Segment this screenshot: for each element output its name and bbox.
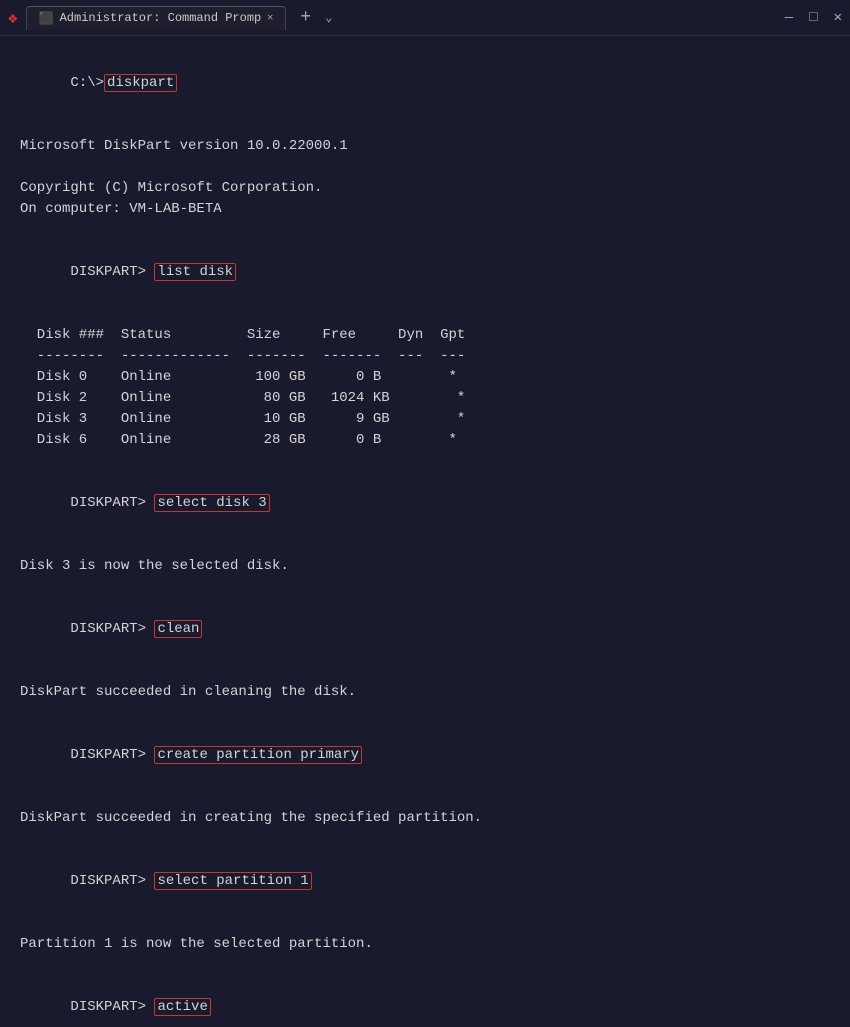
table-disk3: Disk 3 Online 10 GB 9 GB * — [20, 409, 830, 430]
active-tab[interactable]: ⬛ Administrator: Command Promp ✕ — [26, 6, 287, 30]
minimize-button[interactable]: — — [785, 10, 793, 26]
title-bar-left: ❖ ⬛ Administrator: Command Promp ✕ + ⌄ — [8, 6, 785, 30]
table-header: Disk ### Status Size Free Dyn Gpt — [20, 325, 830, 346]
line-blank-6 — [20, 535, 830, 556]
line-blank-2 — [20, 157, 830, 178]
line-diskselected: Disk 3 is now the selected disk. — [20, 556, 830, 577]
cmd-diskpart: diskpart — [104, 74, 177, 92]
tab-terminal-icon: ⬛ — [39, 11, 54, 26]
prompt-6: DISKPART> — [70, 873, 154, 889]
cmd-listdisk: list disk — [154, 263, 236, 281]
prompt-1: C:\> — [70, 75, 104, 91]
close-button[interactable]: ✕ — [834, 9, 842, 26]
line-cleaned: DiskPart succeeded in cleaning the disk. — [20, 682, 830, 703]
tab-close-icon[interactable]: ✕ — [267, 12, 273, 24]
line-blank-11 — [20, 829, 830, 850]
line-blank-8 — [20, 661, 830, 682]
tab-chevron-icon[interactable]: ⌄ — [325, 10, 332, 25]
prompt-4: DISKPART> — [70, 621, 154, 637]
line-blank-7 — [20, 577, 830, 598]
prompt-5: DISKPART> — [70, 747, 154, 763]
cmd-createpart: create partition primary — [154, 746, 362, 764]
prompt-3: DISKPART> — [70, 495, 154, 511]
line-blank-3 — [20, 220, 830, 241]
title-bar: ❖ ⬛ Administrator: Command Promp ✕ + ⌄ —… — [0, 0, 850, 36]
line-blank-5 — [20, 451, 830, 472]
line-cmd-createpart: DISKPART> create partition primary — [20, 724, 830, 787]
new-tab-button[interactable]: + — [294, 8, 317, 28]
app-logo-icon: ❖ — [8, 8, 18, 28]
terminal-body[interactable]: C:\>diskpart Microsoft DiskPart version … — [0, 36, 850, 1027]
cmd-clean: clean — [154, 620, 202, 638]
line-partselected: Partition 1 is now the selected partitio… — [20, 934, 830, 955]
table-disk2: Disk 2 Online 80 GB 1024 KB * — [20, 388, 830, 409]
cmd-selectpart: select partition 1 — [154, 872, 311, 890]
line-cmd-clean: DISKPART> clean — [20, 598, 830, 661]
prompt-2: DISKPART> — [70, 264, 154, 280]
line-blank-10 — [20, 787, 830, 808]
line-cmd-selectpart: DISKPART> select partition 1 — [20, 850, 830, 913]
window: ❖ ⬛ Administrator: Command Promp ✕ + ⌄ —… — [0, 0, 850, 1027]
line-cmd-active: DISKPART> active — [20, 976, 830, 1027]
cmd-active: active — [154, 998, 210, 1016]
line-blank-4 — [20, 304, 830, 325]
line-cmd-diskpart: C:\>diskpart — [20, 52, 830, 115]
maximize-button[interactable]: □ — [809, 10, 817, 26]
line-blank-12 — [20, 913, 830, 934]
cmd-selectdisk: select disk 3 — [154, 494, 269, 512]
table-separator: -------- ------------- ------- ------- -… — [20, 346, 830, 367]
line-computer: On computer: VM-LAB-BETA — [20, 199, 830, 220]
line-version: Microsoft DiskPart version 10.0.22000.1 — [20, 136, 830, 157]
line-cmd-selectdisk: DISKPART> select disk 3 — [20, 472, 830, 535]
line-blank-13 — [20, 955, 830, 976]
line-blank-1 — [20, 115, 830, 136]
tab-label: Administrator: Command Promp — [60, 11, 262, 25]
title-bar-controls: — □ ✕ — [785, 9, 842, 26]
line-partcreated: DiskPart succeeded in creating the speci… — [20, 808, 830, 829]
line-copyright: Copyright (C) Microsoft Corporation. — [20, 178, 830, 199]
prompt-7: DISKPART> — [70, 999, 154, 1015]
table-disk6: Disk 6 Online 28 GB 0 B * — [20, 430, 830, 451]
table-disk0: Disk 0 Online 100 GB 0 B * — [20, 367, 830, 388]
line-blank-9 — [20, 703, 830, 724]
line-cmd-listdisk: DISKPART> list disk — [20, 241, 830, 304]
